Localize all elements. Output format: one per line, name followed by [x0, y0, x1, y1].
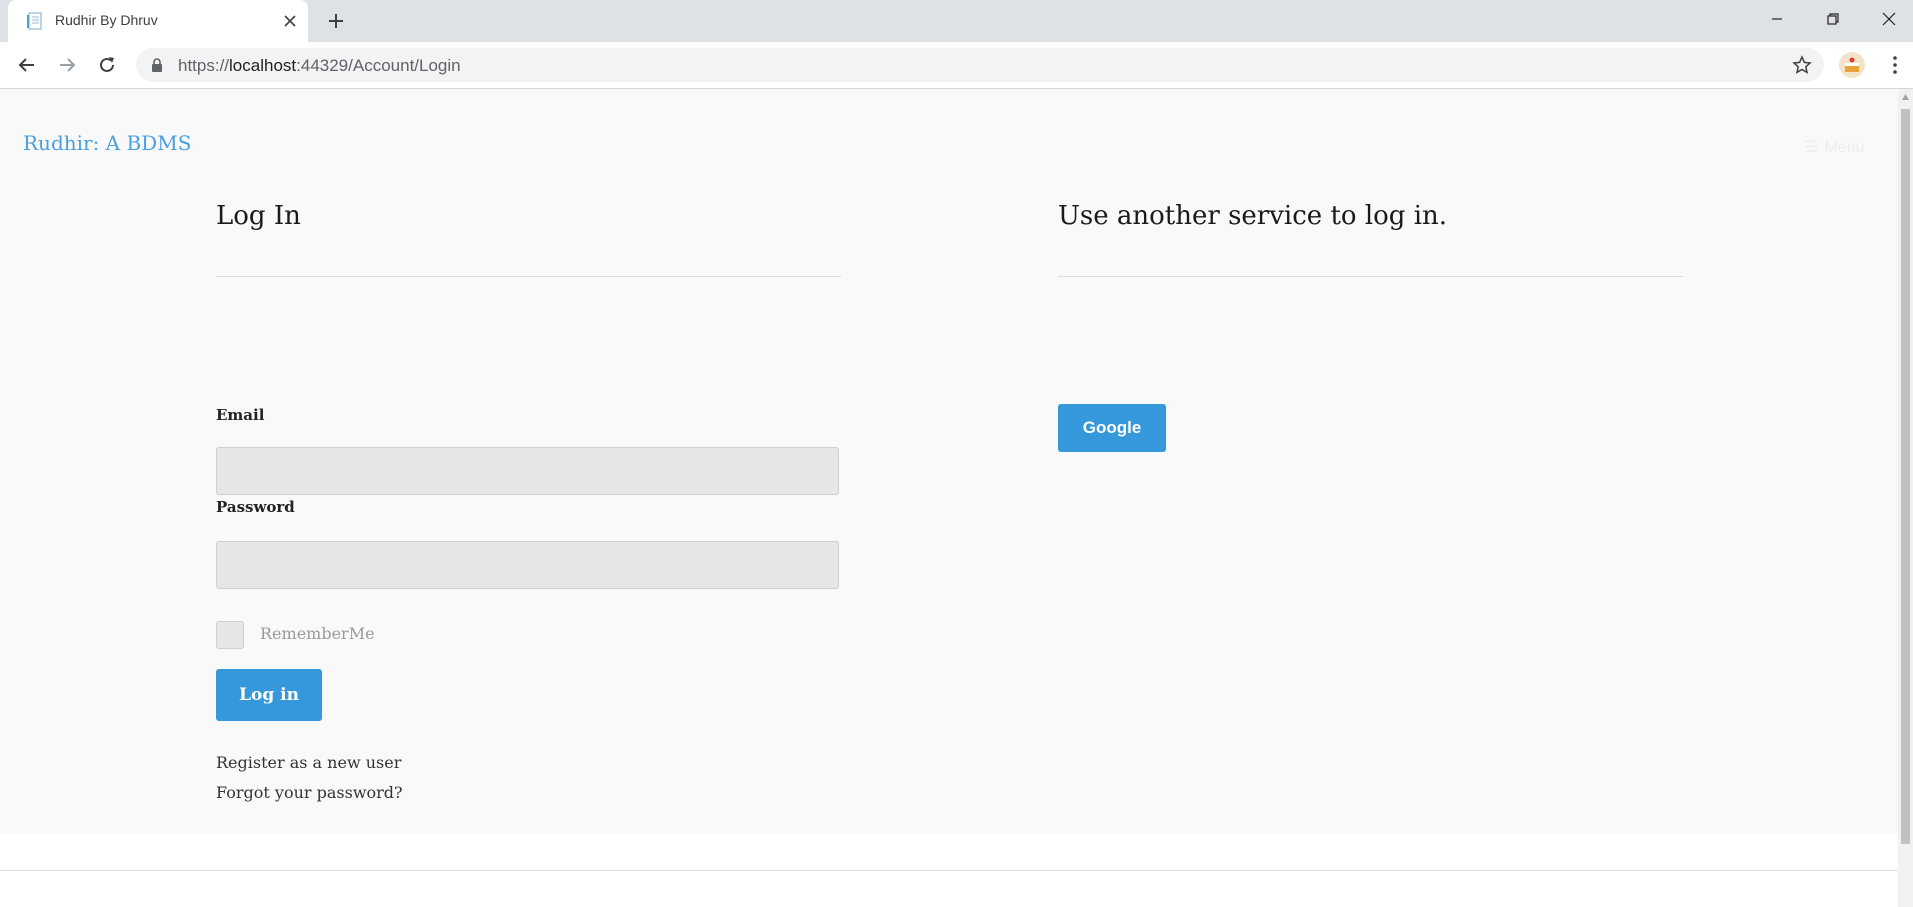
local-login-section: Log In Email Password RememberMe Log in … [216, 199, 841, 802]
address-bar[interactable]: https://localhost:44329/Account/Login [136, 48, 1824, 82]
document-favicon-icon [27, 12, 42, 30]
google-login-button[interactable]: Google [1058, 404, 1166, 452]
email-label: Email [216, 406, 265, 424]
close-window-icon[interactable] [1878, 8, 1900, 30]
new-tab-icon[interactable] [327, 12, 345, 30]
page-viewport: Rudhir: A BDMS ☰ Menu Log In Email Passwo… [0, 89, 1898, 907]
footer-divider [0, 870, 1898, 871]
browser-toolbar: https://localhost:44329/Account/Login [0, 42, 1913, 89]
browser-menu-icon[interactable] [1884, 54, 1906, 76]
password-label: Password [216, 498, 295, 516]
menu-toggle[interactable]: ☰ Menu [1804, 137, 1864, 157]
tab-title: Rudhir By Dhruv [55, 12, 158, 28]
scroll-up-icon[interactable] [1901, 93, 1910, 101]
browser-tab-active[interactable]: Rudhir By Dhruv [8, 0, 308, 42]
login-button[interactable]: Log in [216, 669, 322, 721]
remember-me-label[interactable]: RememberMe [260, 624, 375, 643]
forward-arrow-icon[interactable] [56, 54, 78, 76]
email-field[interactable] [216, 447, 839, 495]
url-text: https://localhost:44329/Account/Login [178, 56, 461, 76]
brand-link[interactable]: Rudhir: A BDMS [23, 131, 191, 155]
login-page: Rudhir: A BDMS ☰ Menu Log In Email Passwo… [0, 89, 1898, 833]
back-arrow-icon[interactable] [16, 54, 38, 76]
password-field[interactable] [216, 541, 839, 589]
menu-label: Menu [1824, 139, 1865, 156]
lock-icon [152, 58, 162, 72]
url-path: :44329/Account/Login [296, 56, 461, 75]
url-scheme: https:// [178, 56, 230, 75]
login-heading: Log In [216, 201, 301, 231]
forgot-password-link[interactable]: Forgot your password? [216, 783, 403, 802]
close-tab-icon[interactable] [282, 13, 298, 29]
reload-icon[interactable] [96, 54, 118, 76]
login-divider [216, 276, 841, 277]
external-login-heading: Use another service to log in. [1058, 201, 1448, 231]
scrollbar-thumb[interactable] [1901, 109, 1910, 844]
minimize-window-icon[interactable] [1766, 8, 1788, 30]
register-link[interactable]: Register as a new user [216, 753, 401, 772]
browser-tabstrip: Rudhir By Dhruv [0, 0, 1913, 42]
vertical-scrollbar[interactable] [1898, 89, 1913, 907]
cake-avatar-icon [1845, 57, 1859, 72]
remember-me-checkbox[interactable] [216, 621, 244, 649]
restore-window-icon[interactable] [1822, 8, 1844, 30]
url-host: localhost [229, 56, 297, 75]
profile-avatar[interactable] [1839, 52, 1865, 78]
bookmark-star-icon[interactable] [1792, 55, 1812, 75]
external-login-divider [1058, 276, 1683, 277]
hamburger-icon: ☰ [1804, 139, 1819, 156]
external-login-section: Use another service to log in. Google [1058, 199, 1683, 452]
